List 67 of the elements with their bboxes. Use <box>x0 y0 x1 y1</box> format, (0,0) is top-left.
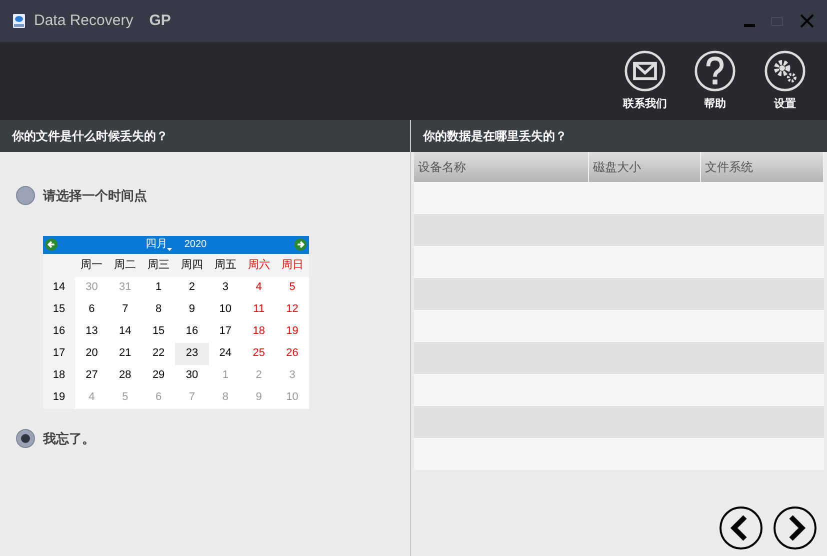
calendar-day[interactable]: 12 <box>276 298 309 320</box>
previous-month-icon[interactable] <box>45 238 58 251</box>
week-number: 14 <box>43 276 75 298</box>
calendar-day[interactable]: 9 <box>175 298 209 320</box>
calendar-day[interactable]: 18 <box>242 320 276 342</box>
year-label[interactable]: 2020 <box>184 237 207 252</box>
radio-button[interactable] <box>16 186 35 206</box>
calendar-day[interactable]: 16 <box>175 320 209 342</box>
week-number: 17 <box>43 342 75 364</box>
calendar-day[interactable]: 5 <box>276 276 309 298</box>
calendar-day[interactable]: 13 <box>75 320 108 342</box>
calendar-day[interactable]: 25 <box>242 342 276 364</box>
week-number: 16 <box>43 320 75 342</box>
column-header[interactable]: 设备名称 <box>414 152 589 182</box>
column-header[interactable]: 磁盘大小 <box>589 152 701 182</box>
calendar-day[interactable]: 29 <box>142 364 176 386</box>
toolbar-button[interactable]: 联系我们 <box>621 50 669 112</box>
calendar-day[interactable]: 3 <box>208 276 242 298</box>
forward-icon[interactable] <box>773 506 817 550</box>
calendar-day[interactable]: 23 <box>175 342 209 364</box>
window-title: Data Recovery <box>34 10 134 31</box>
toolbar-button[interactable]: 帮助 <box>691 50 739 112</box>
weekday-label: 周三 <box>146 258 171 273</box>
radio-button[interactable] <box>16 428 35 448</box>
caret-icon <box>167 248 172 251</box>
calendar-day[interactable]: 27 <box>75 364 108 386</box>
weekday-label: 周五 <box>213 258 238 273</box>
calendar-day[interactable]: 28 <box>108 364 142 386</box>
calendar-day[interactable]: 21 <box>108 342 142 364</box>
weekday-label: 周二 <box>113 258 138 273</box>
next-month-icon[interactable] <box>294 238 307 251</box>
week-number: 15 <box>43 298 75 320</box>
weekday-label: 周一 <box>80 258 104 273</box>
weekday-label: 周四 <box>180 258 204 273</box>
section-title: 你的文件是什么时候丢失的？ <box>12 128 168 145</box>
calendar-day[interactable]: 14 <box>108 320 142 342</box>
calendar-day[interactable]: 7 <box>108 298 142 320</box>
weekday-label: 周日 <box>280 258 304 273</box>
toolbar-button[interactable]: 设置 <box>761 50 809 112</box>
settings-icon <box>764 50 806 92</box>
calendar-day[interactable]: 22 <box>142 342 176 364</box>
calendar-day[interactable]: 1 <box>142 276 176 298</box>
back-icon[interactable] <box>719 506 763 550</box>
calendar-day[interactable]: 26 <box>276 342 309 364</box>
calendar-day[interactable]: 8 <box>142 298 176 320</box>
week-number: 19 <box>43 386 75 408</box>
calendar-day[interactable]: 19 <box>276 320 309 342</box>
calendar-day[interactable]: 6 <box>75 298 108 320</box>
calendar-day[interactable]: 2 <box>175 276 209 298</box>
calendar-day[interactable]: 17 <box>208 320 242 342</box>
week-number: 18 <box>43 364 75 386</box>
weekday-label: 周六 <box>246 258 271 273</box>
radio-label: 我忘了。 <box>43 430 95 448</box>
calendar-day[interactable]: 30 <box>175 364 209 386</box>
help-icon <box>694 50 736 92</box>
calendar-day[interactable]: 4 <box>242 276 276 298</box>
calendar-day[interactable]: 24 <box>208 342 242 364</box>
window-title-suffix: GP <box>149 10 171 31</box>
mail-icon <box>624 50 666 92</box>
radio-label: 请选择一个时间点 <box>43 187 147 205</box>
calendar-day[interactable]: 10 <box>208 298 242 320</box>
column-header[interactable]: 文件系统 <box>701 152 824 182</box>
month-dropdown[interactable]: 四月 <box>145 236 172 253</box>
calendar-day[interactable]: 20 <box>75 342 108 364</box>
calendar-day[interactable]: 11 <box>242 298 276 320</box>
section-title: 你的数据是在哪里丢失的？ <box>423 128 567 145</box>
calendar-day[interactable]: 15 <box>142 320 176 342</box>
